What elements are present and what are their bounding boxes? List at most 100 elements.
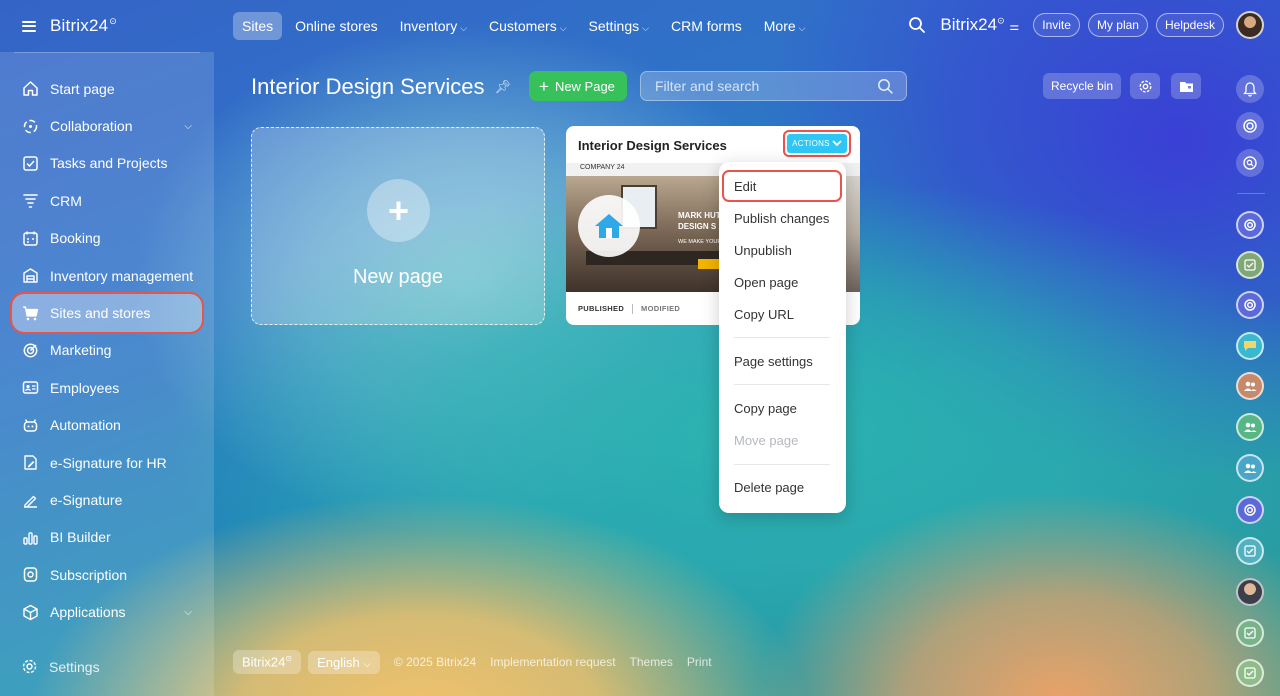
top-bar: Bitrix24⊙ Sites Online stores Inventory ⌵… bbox=[0, 0, 1280, 52]
pin-icon[interactable]: 📌︎ bbox=[495, 79, 512, 95]
notifications-bell-icon[interactable] bbox=[1236, 75, 1264, 103]
footer-brand-button[interactable]: Bitrix24⊙ bbox=[233, 650, 302, 674]
sidebar-item-booking[interactable]: Booking bbox=[12, 220, 202, 257]
brand-logo[interactable]: Bitrix24⊙ bbox=[50, 16, 117, 36]
my-plan-button[interactable]: My plan bbox=[1087, 13, 1148, 37]
sidebar-item-start-page[interactable]: Start page bbox=[12, 70, 202, 107]
nav-customers[interactable]: Customers ⌵ bbox=[480, 12, 576, 40]
sliders-icon[interactable]: ⚌ bbox=[1009, 21, 1019, 33]
sidebar-item-esignature-hr[interactable]: e-Signature for HR bbox=[12, 444, 202, 481]
page-card-status: PUBLISHED MODIFIED bbox=[578, 304, 680, 314]
copilot-icon[interactable] bbox=[1236, 112, 1264, 140]
chevron-down-icon[interactable]: ⌵ bbox=[184, 121, 192, 132]
marketing-icon bbox=[21, 341, 39, 359]
invite-button[interactable]: Invite bbox=[1033, 13, 1080, 37]
helpdesk-button[interactable]: Helpdesk bbox=[1155, 13, 1224, 37]
nav-crm-forms[interactable]: CRM forms bbox=[662, 12, 751, 40]
folder-button[interactable] bbox=[1171, 73, 1201, 99]
user-avatar[interactable] bbox=[1236, 578, 1264, 606]
menu-divider bbox=[734, 464, 830, 465]
task-chat-icon[interactable] bbox=[1236, 251, 1264, 279]
menu-item-open-page[interactable]: Open page bbox=[734, 275, 798, 290]
home-icon bbox=[21, 80, 39, 98]
chevron-down-icon: ⌵ bbox=[559, 23, 567, 33]
nav-inventory[interactable]: Inventory ⌵ bbox=[391, 12, 476, 40]
print-link[interactable]: Print bbox=[687, 655, 712, 669]
sidebar-item-esignature[interactable]: e-Signature bbox=[12, 481, 202, 518]
plus-icon: + bbox=[539, 76, 549, 96]
menu-item-copy-page[interactable]: Copy page bbox=[734, 401, 797, 416]
group-chat-icon[interactable] bbox=[1236, 413, 1264, 441]
sidebar-item-automation[interactable]: Automation bbox=[12, 407, 202, 444]
chevron-down-icon[interactable]: ⌵ bbox=[184, 607, 192, 618]
menu-item-copy-url[interactable]: Copy URL bbox=[734, 307, 794, 322]
nav-more[interactable]: More ⌵ bbox=[755, 12, 815, 40]
right-rail bbox=[1223, 52, 1280, 696]
sidebar-item-applications[interactable]: Applications ⌵ bbox=[12, 593, 202, 630]
applications-icon bbox=[21, 603, 39, 621]
inventory-icon bbox=[21, 267, 39, 285]
folder-icon bbox=[1179, 81, 1193, 92]
themes-link[interactable]: Themes bbox=[630, 655, 673, 669]
menu-item-edit[interactable]: Edit bbox=[734, 179, 756, 194]
copilot-chat-icon[interactable] bbox=[1236, 496, 1264, 524]
general-chat-icon[interactable] bbox=[1236, 332, 1264, 360]
language-selector[interactable]: English ⌵ bbox=[308, 650, 380, 674]
settings-button[interactable] bbox=[1130, 73, 1160, 99]
sidebar-item-collaboration[interactable]: Collaboration ⌵ bbox=[12, 107, 202, 144]
group-chat-icon[interactable] bbox=[1236, 454, 1264, 482]
copilot-chat-icon[interactable] bbox=[1236, 211, 1264, 239]
menu-item-delete-page[interactable]: Delete page bbox=[734, 480, 804, 495]
actions-dropdown-menu: Edit Publish changes Unpublish Open page… bbox=[719, 162, 846, 513]
sidebar-item-label: e-Signature bbox=[50, 491, 123, 508]
search-input[interactable] bbox=[655, 78, 865, 94]
task-chat-icon[interactable] bbox=[1236, 619, 1264, 647]
brand-logo-right[interactable]: Bitrix24⊙ ⚌ bbox=[940, 15, 1019, 35]
actions-button[interactable]: ACTIONS bbox=[783, 130, 851, 157]
menu-burger-icon[interactable] bbox=[22, 20, 36, 32]
sidebar-item-inventory[interactable]: Inventory management bbox=[12, 257, 202, 294]
sidebar-item-sites-and-stores[interactable]: Sites and stores bbox=[10, 292, 204, 334]
user-avatar[interactable] bbox=[1236, 11, 1264, 39]
logo-area: Bitrix24⊙ bbox=[0, 0, 214, 52]
sidebar-item-label: e-Signature for HR bbox=[50, 454, 167, 471]
nav-sites[interactable]: Sites bbox=[233, 12, 283, 40]
nav-online-stores[interactable]: Online stores bbox=[286, 12, 386, 40]
implementation-request-link[interactable]: Implementation request bbox=[490, 655, 615, 669]
chevron-down-icon bbox=[832, 140, 842, 147]
sidebar-item-label: Inventory management bbox=[50, 267, 194, 284]
group-chat-icon[interactable] bbox=[1236, 372, 1264, 400]
tasks-icon bbox=[21, 154, 39, 172]
sidebar-item-subscription[interactable]: Subscription bbox=[12, 556, 202, 593]
sidebar-item-tasks[interactable]: Tasks and Projects bbox=[12, 145, 202, 182]
sidebar-item-marketing[interactable]: Marketing bbox=[12, 332, 202, 369]
sidebar-item-label: Employees bbox=[50, 379, 120, 396]
home-icon bbox=[595, 214, 623, 238]
new-page-button[interactable]: + New Page bbox=[529, 71, 627, 101]
task-chat-icon[interactable] bbox=[1236, 537, 1264, 565]
copilot-chat-icon[interactable] bbox=[1236, 291, 1264, 319]
search-icon[interactable] bbox=[877, 78, 894, 95]
nav-settings[interactable]: Settings ⌵ bbox=[580, 12, 658, 40]
preview-hero-subtitle: WE MAKE YOUR bbox=[678, 239, 722, 245]
menu-item-publish-changes[interactable]: Publish changes bbox=[734, 211, 829, 226]
sidebar-item-crm[interactable]: CRM bbox=[12, 182, 202, 219]
search-icon[interactable] bbox=[908, 16, 926, 34]
menu-item-unpublish[interactable]: Unpublish bbox=[734, 243, 792, 258]
recycle-bin-button[interactable]: Recycle bin bbox=[1043, 73, 1122, 99]
menu-item-page-settings[interactable]: Page settings bbox=[734, 354, 813, 369]
footer: Bitrix24⊙ English ⌵ © 2025 Bitrix24 Impl… bbox=[233, 650, 712, 674]
sidebar-item-bi-builder[interactable]: BI Builder bbox=[12, 519, 202, 556]
sidebar-settings[interactable]: Settings bbox=[21, 658, 100, 675]
sidebar-item-label: Tasks and Projects bbox=[50, 155, 168, 172]
sidebar-item-label: Start page bbox=[50, 80, 115, 97]
new-page-tile[interactable]: + New page bbox=[251, 127, 545, 325]
chat-search-icon[interactable] bbox=[1236, 149, 1264, 177]
task-chat-icon[interactable] bbox=[1236, 659, 1264, 687]
page-card-title: Interior Design Services bbox=[578, 138, 727, 153]
sidebar-item-label: CRM bbox=[50, 192, 82, 209]
sidebar-item-employees[interactable]: Employees bbox=[12, 369, 202, 406]
gear-icon bbox=[1138, 79, 1152, 93]
sidebar-item-label: Collaboration bbox=[50, 118, 133, 135]
new-page-button-label: New Page bbox=[554, 78, 615, 94]
